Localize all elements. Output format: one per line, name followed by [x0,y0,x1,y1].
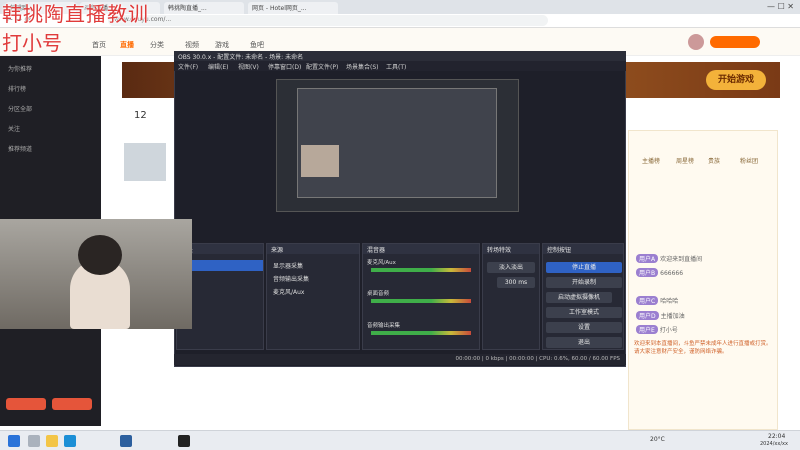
rank-tab[interactable]: 周星榜 [676,156,694,165]
sources-dock: 来源 显示器采集 音频输出采集 麦克风/Aux [266,243,360,350]
streamer-avatar[interactable] [124,143,166,181]
user-badge: 用户D [636,311,659,320]
rank-tab[interactable]: 主播榜 [642,156,660,165]
preview-nested-screen [297,88,497,198]
nav-category[interactable]: 分类 [150,40,164,50]
nav-group[interactable]: 鱼吧 [250,40,264,50]
user-badge: 用户C [636,296,659,305]
folder-icon[interactable] [46,435,58,447]
sidebar-red-button[interactable] [6,398,46,410]
banner-start-button[interactable]: 开始游戏 [706,70,766,90]
sidebar-item[interactable]: 关注 [8,124,20,133]
transition-select[interactable]: 淡入淡出 [487,262,535,273]
follow-count: 12 [134,110,147,121]
nav-home[interactable]: 首页 [92,40,106,50]
sidebar-item[interactable]: 为你推荐 [8,64,32,73]
start-recording-button[interactable]: 开始录制 [546,277,622,288]
mixer-dock: 混音器 麦克风/Aux 桌面音频 音频输出采集 [362,243,480,350]
obs-preview[interactable] [276,79,519,212]
sidebar-item[interactable]: 排行榜 [8,84,26,93]
mixer-track-label: 麦克风/Aux [367,260,396,266]
edge-icon[interactable] [64,435,76,447]
sidebar-red-button[interactable] [52,398,92,410]
volume-meter [371,331,471,335]
dock-title: 混音器 [363,244,479,254]
menu-item[interactable]: 场景集合(S) [346,62,379,71]
dock-title: 控制按钮 [543,244,623,254]
dock-title: 转场特效 [483,244,539,254]
start-stream-button[interactable] [710,36,760,48]
menu-item[interactable]: 编辑(E) [208,62,228,71]
stream-overlay-subtitle: 打小号 [2,31,62,55]
chat-message: 用户A 欢迎来到直播间 [636,254,702,263]
browser-tab[interactable]: 韩挑陶直播_... [164,2,244,14]
headphones-icon [78,235,122,275]
nav-games[interactable]: 游戏 [215,40,229,50]
nav-live[interactable]: 直播 [120,40,134,50]
browser-tab[interactable]: 网页 - Hotel网页_... [248,2,338,14]
windows-start-icon[interactable] [8,435,20,447]
chat-message: 用户C 哈哈哈 [636,296,678,305]
user-badge: 用户B [636,268,659,277]
rank-tab[interactable]: 贵族 [708,156,720,165]
search-icon[interactable] [28,435,40,447]
chat-message: 用户E 打小号 [636,325,678,334]
stream-overlay-title: 韩挑陶直播教训 [2,2,149,26]
windows-taskbar: 20°C 22:04 2024/xx/xx [0,430,800,450]
controls-dock: 控制按钮 停止直播 开始录制 启动虚拟摄像机 工作室模式 设置 退出 [542,243,624,350]
obs-icon[interactable] [178,435,190,447]
user-badge: 用户E [636,325,658,334]
dock-title: 来源 [267,244,359,254]
weather: 20°C [650,436,665,443]
steam-icon[interactable] [120,435,132,447]
notice-text: 欢迎来到本直播间，斗鱼严禁未成年人进行直播或打赏。请大家注意财产安全，谨防网络诈… [634,341,772,355]
source-item[interactable]: 麦克风/Aux [273,287,304,296]
stop-stream-button[interactable]: 停止直播 [546,262,622,273]
menu-item[interactable]: 工具(T) [386,62,406,71]
settings-button[interactable]: 设置 [546,322,622,333]
obs-statusbar: 00:00:00 | 0 kbps | 00:00:00 | CPU: 0.6%… [174,354,626,365]
url-input[interactable]: www.douyu.com/... [108,15,548,26]
obs-menubar: 文件(F) 编辑(E) 视图(V) 停靠窗口(D) 配置文件(P) 场景集合(S… [174,61,626,71]
menu-item[interactable]: 文件(F) [178,62,198,71]
rank-tab[interactable]: 粉丝团 [740,156,758,165]
preview-webcam [301,145,339,177]
source-item[interactable]: 显示器采集 [273,261,303,270]
chat-message: 用户D 主播加油 [636,311,685,320]
studio-mode-button[interactable]: 工作室模式 [546,307,622,318]
duration-input[interactable]: 300 ms [497,277,535,288]
obs-title: OBS 30.0.x - 配置文件: 未命名 - 场景: 未命名 [174,51,626,61]
transitions-dock: 转场特效 淡入淡出 300 ms [482,243,540,350]
clock-time: 22:04 [768,433,786,440]
virtual-camera-button[interactable]: 启动虚拟摄像机 [546,292,612,303]
status-text: 00:00:00 | 0 kbps | 00:00:00 | CPU: 0.6%… [455,356,620,362]
menu-item[interactable]: 停靠窗口(D) [268,62,301,71]
clock-date: 2024/xx/xx [760,441,788,447]
webcam-overlay [0,219,192,329]
menu-item[interactable]: 视图(V) [238,62,259,71]
menu-item[interactable]: 配置文件(P) [306,62,338,71]
user-badge: 用户A [636,254,659,263]
sidebar-item[interactable]: 推荐频道 [8,144,32,153]
chat-message: 用户B 666666 [636,268,683,277]
avatar[interactable] [688,34,704,50]
mixer-track-label: 音频输出采集 [367,323,401,329]
window-controls[interactable]: — ☐ ✕ [767,2,794,11]
mixer-track-label: 桌面音频 [367,291,390,297]
nav-video[interactable]: 视频 [185,40,199,50]
volume-meter [371,268,471,272]
volume-meter [371,299,471,303]
source-item[interactable]: 音频输出采集 [273,274,309,283]
exit-button[interactable]: 退出 [546,337,622,348]
sidebar-item[interactable]: 分区全部 [8,104,32,113]
